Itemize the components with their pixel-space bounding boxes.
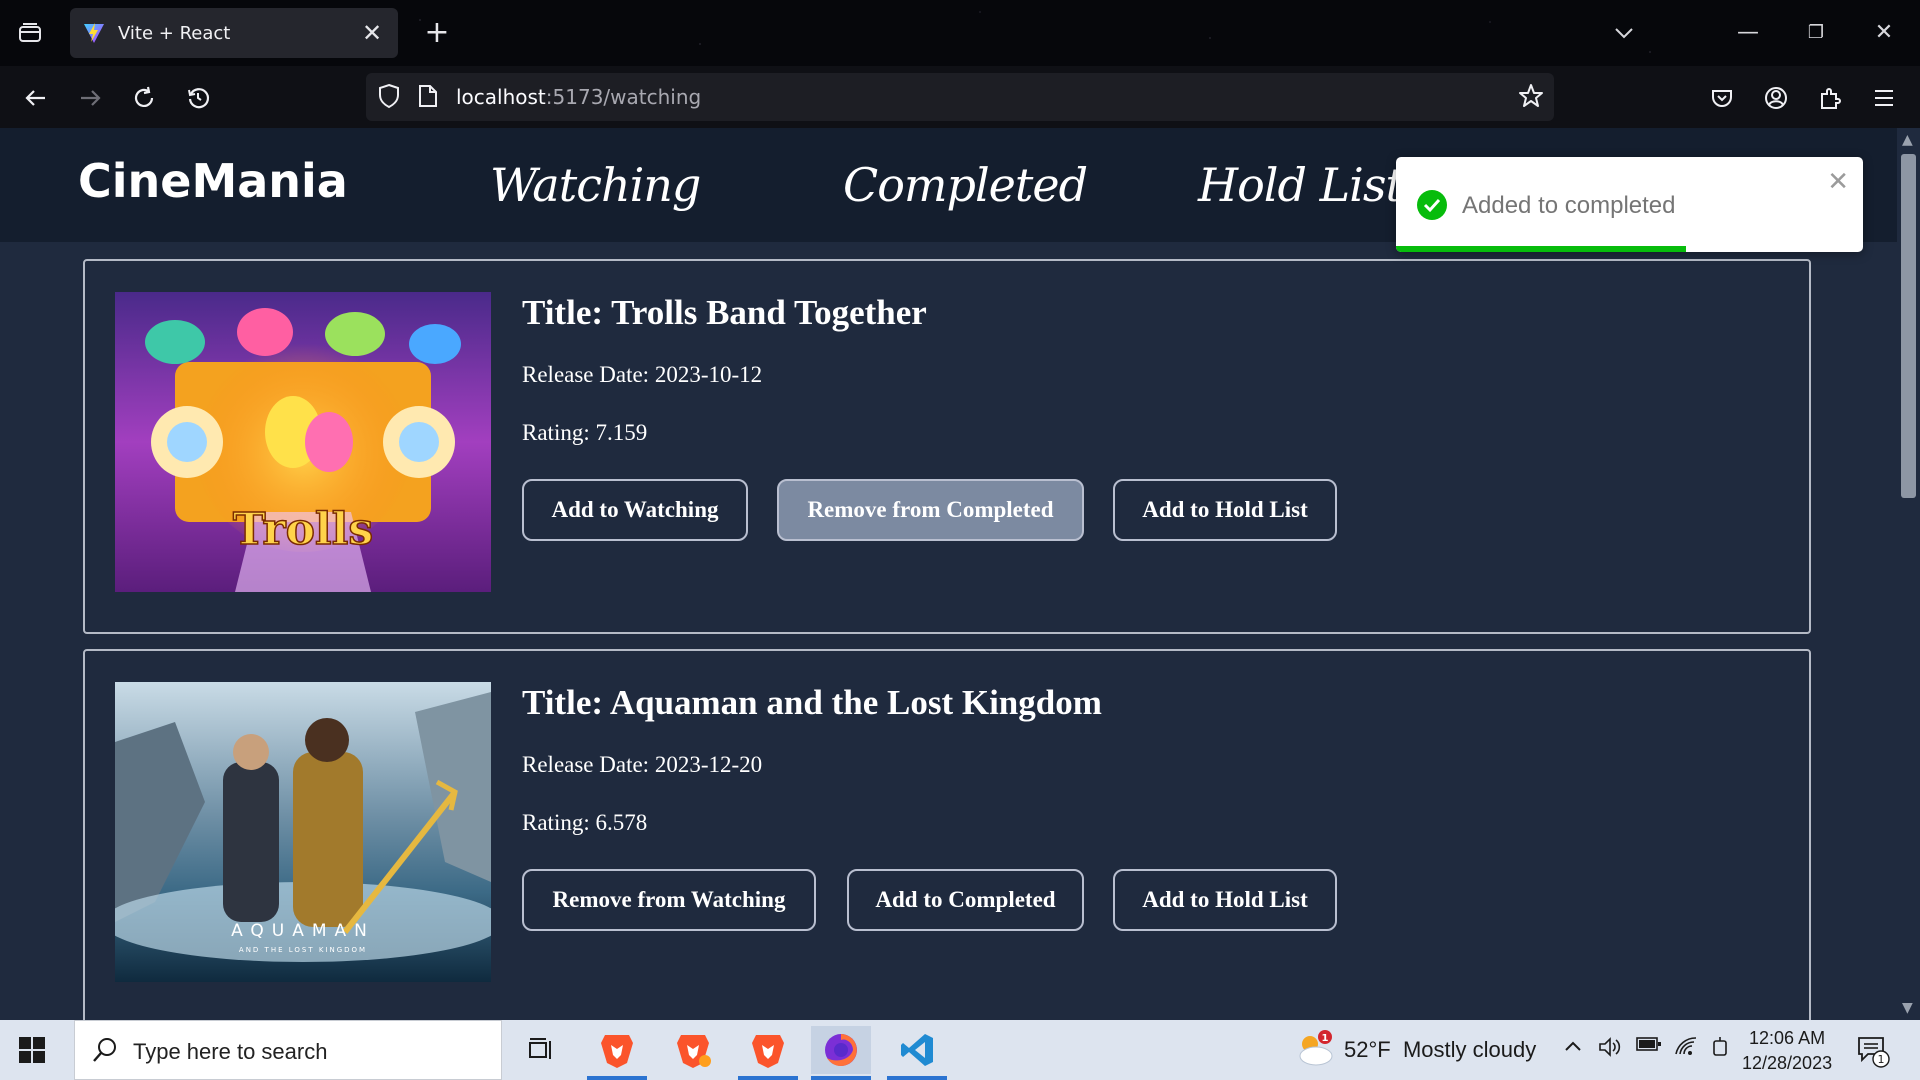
weather-description: Mostly cloudy: [1402, 1037, 1537, 1062]
address-bar[interactable]: localhost:5173/watching: [366, 73, 1554, 121]
weather-badge: 1: [1322, 1033, 1329, 1044]
notification-count: 1: [1878, 1053, 1885, 1066]
movie-poster: AQUAMAN AND THE LOST KINGDOM: [115, 682, 491, 982]
add-to-hold-list-button[interactable]: Add to Hold List: [1113, 479, 1337, 541]
clock-time: 12:06 AM: [1749, 1028, 1826, 1048]
windows-start-icon[interactable]: [18, 1036, 46, 1068]
nav-completed-link[interactable]: Completed: [843, 158, 1088, 212]
page-viewport: CineMania Watching Completed Hold List T…: [0, 128, 1897, 1020]
battery-icon[interactable]: [1636, 1036, 1662, 1057]
movie-release-date: Release Date: 2023-12-20: [522, 752, 763, 777]
browser-tab[interactable]: Vite + React ✕: [70, 8, 398, 58]
movie-title: Title: Trolls Band Together: [522, 293, 927, 332]
windows-taskbar: Type here to search 1 52°F Mostly cloudy: [0, 1020, 1920, 1080]
app-menu-icon[interactable]: [1866, 80, 1902, 116]
success-check-icon: [1416, 189, 1448, 225]
new-tab-button[interactable]: +: [420, 16, 454, 50]
toast-message: Added to completed: [1462, 192, 1676, 219]
running-app-indicator: [887, 1076, 947, 1080]
poster-title-text: Trolls: [233, 504, 373, 555]
scrollbar-thumb[interactable]: [1901, 154, 1916, 498]
weather-temperature: 52°F: [1344, 1037, 1391, 1062]
brave-browser-icon[interactable]: [587, 1026, 647, 1080]
toast-close-icon[interactable]: ✕: [1827, 167, 1849, 197]
vscode-icon[interactable]: [887, 1026, 947, 1080]
account-icon[interactable]: [1758, 80, 1794, 116]
url-host: localhost: [456, 85, 546, 109]
remove-from-completed-button[interactable]: Remove from Completed: [777, 479, 1084, 541]
vite-logo-icon: [82, 21, 106, 45]
restore-button[interactable]: ❐: [1796, 17, 1836, 49]
url-path: :5173/watching: [545, 85, 702, 109]
movie-rating: Rating: 6.578: [522, 810, 648, 835]
movie-card: AQUAMAN AND THE LOST KINGDOM Title: Aqua…: [83, 649, 1811, 1020]
running-app-indicator: [587, 1076, 647, 1080]
weather-cloud-icon[interactable]: 1: [1294, 1030, 1334, 1072]
tracking-protection-shield-icon[interactable]: [376, 83, 402, 113]
weather-text[interactable]: 52°F Mostly cloudy: [1344, 1037, 1536, 1063]
search-placeholder: Type here to search: [133, 1039, 328, 1064]
show-hidden-icons-chevron-icon[interactable]: [1564, 1036, 1582, 1057]
running-app-indicator: [738, 1076, 798, 1080]
back-arrow-icon[interactable]: [18, 80, 54, 116]
extensions-icon[interactable]: [1812, 80, 1848, 116]
task-view-icon[interactable]: [510, 1026, 570, 1074]
list-all-tabs-icon[interactable]: [1604, 17, 1644, 49]
remove-from-watching-button[interactable]: Remove from Watching: [522, 869, 816, 931]
add-to-completed-button[interactable]: Add to Completed: [847, 869, 1084, 931]
movie-poster: Trolls: [115, 292, 491, 592]
close-window-button[interactable]: ✕: [1864, 17, 1904, 49]
forward-arrow-icon[interactable]: [72, 80, 108, 116]
nav-watching-link[interactable]: Watching: [490, 158, 701, 212]
taskbar-search-box[interactable]: Type here to search: [74, 1020, 502, 1080]
add-to-watching-button[interactable]: Add to Watching: [522, 479, 748, 541]
movie-title: Title: Aquaman and the Lost Kingdom: [522, 683, 1102, 722]
brave-browser-icon[interactable]: [663, 1026, 723, 1074]
notifications-icon[interactable]: 1: [1856, 1034, 1890, 1072]
volume-icon[interactable]: [1598, 1036, 1622, 1063]
bookmark-star-icon[interactable]: [1518, 83, 1544, 113]
tab-title: Vite + React: [118, 22, 231, 44]
page-info-icon[interactable]: [418, 84, 438, 112]
firefox-icon[interactable]: [811, 1026, 871, 1080]
movie-rating: Rating: 7.159: [522, 420, 648, 445]
tab-close-icon[interactable]: ✕: [358, 19, 386, 47]
clock-date: 12/28/2023: [1742, 1053, 1833, 1073]
reload-icon[interactable]: [126, 80, 162, 116]
nav-hold-list-link[interactable]: Hold List: [1198, 158, 1404, 212]
poster-title-text: AQUAMAN: [231, 921, 375, 941]
add-to-hold-list-button[interactable]: Add to Hold List: [1113, 869, 1337, 931]
meet-now-icon[interactable]: [1710, 1036, 1730, 1063]
minimize-button[interactable]: —: [1728, 17, 1768, 49]
browser-tab-bar: Vite + React ✕ + — ❐ ✕: [0, 0, 1920, 66]
wifi-icon[interactable]: [1674, 1036, 1698, 1061]
search-icon: [91, 1036, 119, 1068]
poster-subtitle-text: AND THE LOST KINGDOM: [239, 946, 367, 954]
tab-list-icon[interactable]: [14, 19, 46, 47]
site-logo[interactable]: CineMania: [78, 154, 348, 208]
taskbar-clock[interactable]: 12:06 AM 12/28/2023: [1742, 1026, 1832, 1076]
toast-notification: Added to completed ✕: [1396, 157, 1863, 252]
brave-browser-icon[interactable]: [738, 1026, 798, 1080]
scroll-up-arrow-icon[interactable]: ▲: [1902, 132, 1913, 148]
running-app-indicator: [811, 1076, 871, 1080]
movie-card: Trolls Title: Trolls Band Together Relea…: [83, 259, 1811, 634]
scroll-down-arrow-icon[interactable]: ▼: [1902, 1000, 1913, 1016]
pocket-icon[interactable]: [1704, 80, 1740, 116]
movie-release-date: Release Date: 2023-10-12: [522, 362, 763, 387]
history-icon[interactable]: [180, 80, 216, 116]
page-scrollbar[interactable]: ▲ ▼: [1897, 128, 1920, 1020]
browser-nav-bar: localhost:5173/watching: [0, 66, 1920, 128]
url-text: localhost:5173/watching: [456, 85, 701, 109]
toast-progress-bar: [1396, 246, 1686, 252]
